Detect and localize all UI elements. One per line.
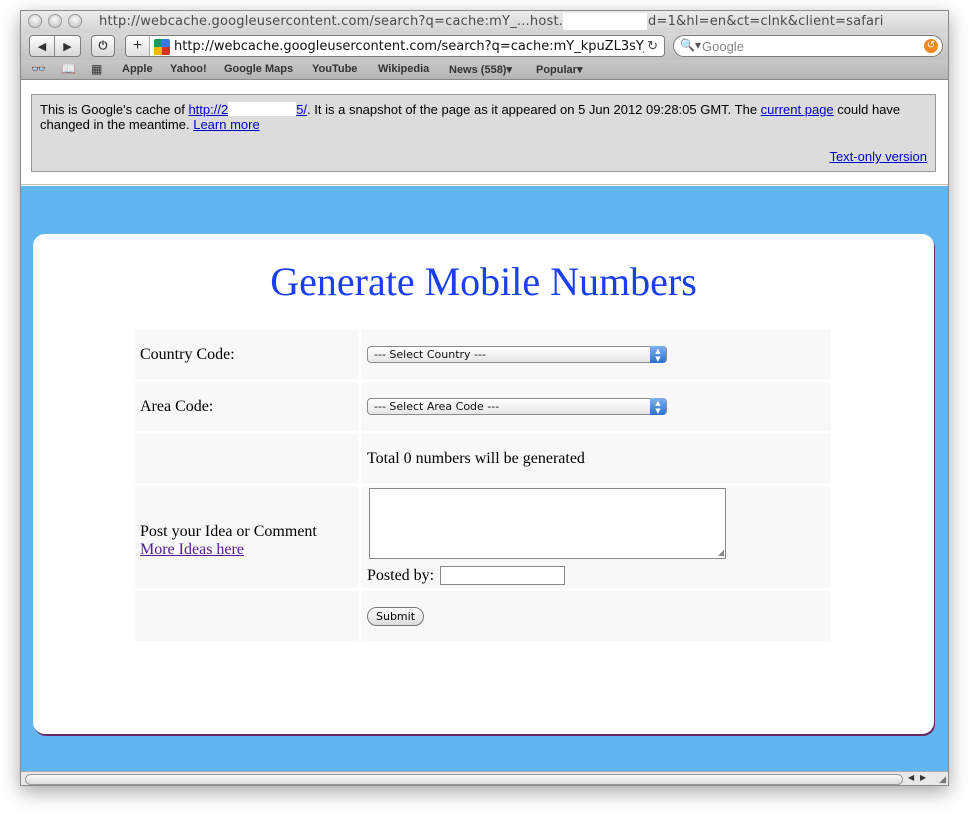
comment-label-cell: Post your Idea or Comment More Ideas her…	[135, 486, 358, 588]
window-resize-icon[interactable]: ◢	[939, 774, 946, 785]
comment-label: Post your Idea or Comment	[140, 523, 317, 540]
country-row: Country Code: --- Select Country --- ▲ ▼	[135, 330, 831, 379]
select-arrows-icon: ▲ ▼	[650, 346, 666, 363]
scrollbar-thumb[interactable]	[25, 774, 903, 785]
bookmark-news[interactable]: News (558)▾	[449, 63, 512, 76]
back-button[interactable]: ◀	[30, 36, 55, 56]
area-cell: --- Select Area Code --- ▲ ▼	[361, 382, 831, 431]
toolbar: ◀ ▶ ⏻ + http://webcache.googleuserconten…	[21, 33, 948, 60]
address-url[interactable]: http://webcache.googleusercontent.com/se…	[174, 39, 644, 54]
close-window-icon[interactable]	[28, 14, 42, 28]
cache-header: This is Google's cache of http://2 5/. It…	[21, 81, 948, 185]
page-background: Generate Mobile Numbers Country Code: --…	[21, 186, 948, 771]
cache-text-1: This is Google's cache of	[40, 102, 189, 117]
country-select[interactable]: --- Select Country --- ▲ ▼	[367, 346, 667, 363]
posted-by-input[interactable]	[440, 566, 566, 585]
learn-more-link[interactable]: Learn more	[193, 117, 259, 132]
area-row: Area Code: --- Select Area Code --- ▲ ▼	[135, 382, 831, 431]
snapback-icon[interactable]: ↺	[924, 39, 938, 53]
bookmark-yahoo[interactable]: Yahoo!	[170, 63, 207, 75]
redaction-mask	[228, 102, 297, 116]
bookmark-popular[interactable]: Popular▾	[536, 63, 582, 76]
page-title: Generate Mobile Numbers	[270, 259, 697, 304]
forward-button[interactable]: ▶	[55, 36, 80, 56]
search-icon: 🔍▾	[680, 38, 701, 52]
top-sites-grid-icon[interactable]: ▦	[91, 62, 102, 76]
search-placeholder: Google	[702, 39, 744, 54]
submit-cell: Submit	[361, 591, 831, 641]
total-row: Total 0 numbers will be generated	[135, 434, 831, 483]
comment-input-cell: ◢ Posted by:	[361, 486, 831, 588]
back-forward-buttons: ◀ ▶	[29, 35, 81, 57]
area-label: Area Code:	[135, 382, 358, 431]
generator-form: Country Code: --- Select Country --- ▲ ▼ …	[135, 330, 831, 644]
posted-by-label: Posted by:	[367, 566, 435, 584]
bookmarks-book-icon[interactable]: 📖	[61, 62, 76, 76]
cached-url-link[interactable]: http://2 5/	[188, 102, 307, 117]
current-page-link[interactable]: current page	[761, 102, 834, 117]
bookmark-apple[interactable]: Apple	[122, 63, 153, 75]
address-bar[interactable]: + http://webcache.googleusercontent.com/…	[125, 35, 665, 57]
bookmark-youtube[interactable]: YouTube	[312, 63, 357, 75]
redaction-mask	[563, 13, 647, 30]
select-arrows-icon: ▲ ▼	[650, 398, 666, 415]
stop-button[interactable]: ⏻	[91, 35, 115, 57]
title-bar: http://webcache.googleusercontent.com/se…	[21, 11, 948, 33]
empty-cell	[135, 591, 358, 641]
scroll-right-arrow-icon[interactable]: ▶	[920, 773, 926, 782]
text-only-version-link[interactable]: Text-only version	[829, 149, 927, 164]
bookmark-google-maps[interactable]: Google Maps	[224, 63, 293, 75]
zoom-window-icon[interactable]	[68, 14, 82, 28]
reload-icon[interactable]: ↻	[647, 38, 658, 54]
reading-glasses-icon[interactable]: 👓	[31, 62, 46, 76]
total-text: Total 0 numbers will be generated	[361, 434, 831, 483]
cache-text-2: . It is a snapshot of the page as it app…	[307, 102, 761, 117]
search-field[interactable]: 🔍▾ Google ↺	[673, 35, 943, 57]
submit-row: Submit	[135, 591, 831, 641]
add-bookmark-button[interactable]: +	[126, 36, 150, 56]
minimize-window-icon[interactable]	[48, 14, 62, 28]
comment-textarea[interactable]: ◢	[369, 488, 726, 559]
scroll-left-arrow-icon[interactable]: ◀	[908, 773, 914, 782]
generator-panel: Generate Mobile Numbers Country Code: --…	[33, 234, 934, 734]
window-title: http://webcache.googleusercontent.com/se…	[99, 14, 884, 29]
horizontal-scrollbar[interactable]: ◀ ▶ ◢	[21, 771, 948, 785]
more-ideas-link[interactable]: More Ideas here	[140, 541, 244, 559]
country-select-value: --- Select Country ---	[374, 348, 486, 361]
bookmark-wikipedia[interactable]: Wikipedia	[378, 63, 429, 75]
google-favicon-icon	[154, 39, 170, 55]
country-label: Country Code:	[135, 330, 358, 379]
resize-grip-icon[interactable]: ◢	[718, 548, 724, 557]
country-cell: --- Select Country --- ▲ ▼	[361, 330, 831, 379]
posted-by-group: Posted by:	[367, 566, 566, 585]
comment-row: Post your Idea or Comment More Ideas her…	[135, 486, 831, 588]
area-select-value: --- Select Area Code ---	[374, 400, 500, 413]
browser-window: http://webcache.googleusercontent.com/se…	[20, 10, 949, 786]
page-content: This is Google's cache of http://2 5/. It…	[21, 81, 948, 771]
bookmarks-bar: 👓 📖 ▦ Apple Yahoo! Google Maps YouTube W…	[21, 60, 948, 80]
submit-button[interactable]: Submit	[367, 606, 425, 626]
empty-cell	[135, 434, 358, 483]
area-select[interactable]: --- Select Area Code --- ▲ ▼	[367, 398, 667, 415]
cache-notice: This is Google's cache of http://2 5/. It…	[31, 94, 936, 172]
